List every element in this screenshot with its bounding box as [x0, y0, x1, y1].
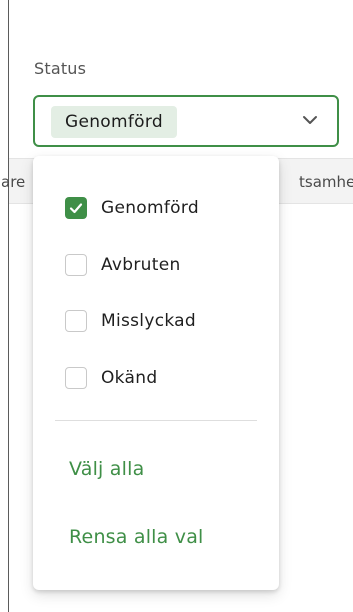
status-dropdown-menu: Genomförd Avbruten Misslyckad Okänd Välj… [33, 156, 279, 590]
page: Status Genomförd are tsamhe Genomförd Av… [0, 0, 353, 612]
frame-divider [8, 0, 9, 612]
option-label: Avbruten [101, 255, 181, 275]
checkbox-unchecked[interactable] [65, 254, 87, 276]
checkmark-icon [69, 203, 83, 214]
status-select[interactable]: Genomförd [33, 95, 339, 147]
chevron-down-icon[interactable] [299, 109, 321, 131]
column-header-right[interactable]: tsamhe [299, 173, 353, 191]
option-genomford[interactable]: Genomförd [65, 195, 199, 221]
menu-divider [55, 420, 257, 421]
status-filter-label: Status [34, 59, 87, 78]
checkbox-unchecked[interactable] [65, 310, 87, 332]
checkbox-checked[interactable] [65, 197, 87, 219]
option-avbruten[interactable]: Avbruten [65, 252, 181, 278]
select-all-link[interactable]: Välj alla [69, 458, 144, 480]
option-label: Okänd [101, 368, 158, 388]
checkbox-unchecked[interactable] [65, 367, 87, 389]
column-header-left[interactable]: are [1, 173, 25, 191]
option-label: Misslyckad [101, 311, 196, 331]
option-label: Genomförd [101, 198, 199, 218]
option-okand[interactable]: Okänd [65, 365, 157, 391]
option-misslyckad[interactable]: Misslyckad [65, 308, 196, 334]
selected-status-chip[interactable]: Genomförd [51, 106, 177, 138]
clear-all-link[interactable]: Rensa alla val [69, 526, 204, 548]
